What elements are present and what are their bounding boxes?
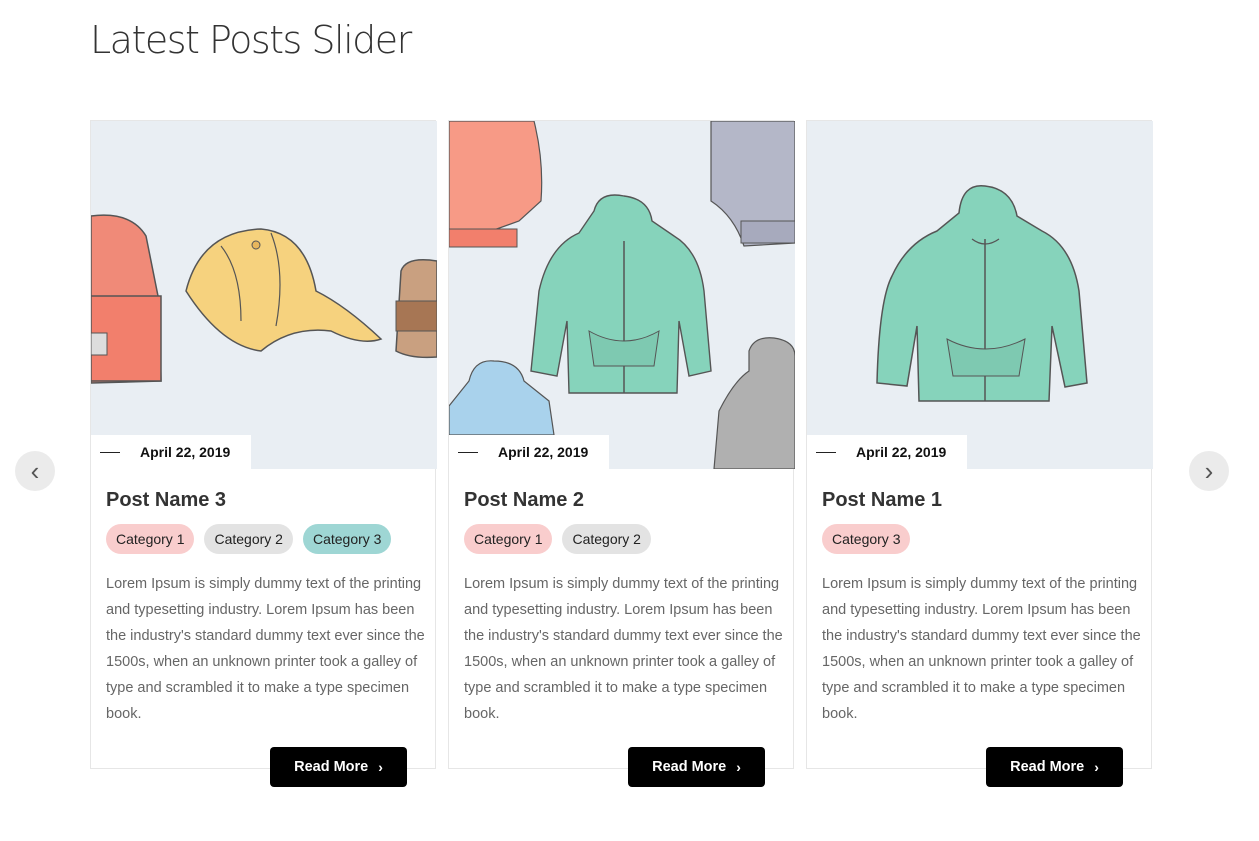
chevron-right-icon: › xyxy=(1204,455,1214,486)
post-excerpt: Lorem Ipsum is simply dummy text of the … xyxy=(106,576,425,722)
post-title[interactable]: Post Name 1 xyxy=(822,489,942,512)
chevron-right-icon: › xyxy=(378,759,383,775)
category-tag[interactable]: Category 2 xyxy=(562,524,651,554)
post-categories: Category 3 xyxy=(822,524,911,554)
date-divider xyxy=(816,451,836,453)
post-date-text: April 22, 2019 xyxy=(856,444,947,460)
post-excerpt: Lorem Ipsum is simply dummy text of the … xyxy=(822,576,1141,722)
read-more-button[interactable]: Read More › xyxy=(986,747,1123,787)
post-date: April 22, 2019 xyxy=(449,435,609,469)
post-image-hoodies[interactable] xyxy=(449,121,795,469)
post-card: April 22, 2019 Post Name 3 Category 1 Ca… xyxy=(90,120,437,787)
read-more-label: Read More xyxy=(1010,759,1085,775)
post-date-text: April 22, 2019 xyxy=(140,444,231,460)
read-more-button[interactable]: Read More › xyxy=(270,747,407,787)
category-tag[interactable]: Category 1 xyxy=(106,524,195,554)
post-card: April 22, 2019 Post Name 1 Category 3 Lo… xyxy=(806,120,1153,787)
post-date: April 22, 2019 xyxy=(807,435,967,469)
post-image-hoodie[interactable] xyxy=(807,121,1153,469)
chevron-right-icon: › xyxy=(736,759,741,775)
post-date: April 22, 2019 xyxy=(91,435,251,469)
date-divider xyxy=(100,451,120,453)
read-more-label: Read More xyxy=(652,759,727,775)
date-divider xyxy=(458,451,478,453)
post-title[interactable]: Post Name 3 xyxy=(106,489,226,512)
post-categories: Category 1 Category 2 Category 3 xyxy=(106,524,392,554)
read-more-label: Read More xyxy=(294,759,369,775)
post-date-text: April 22, 2019 xyxy=(498,444,589,460)
posts-slider: ‹ › April 22, 2019 Post Name 3 Category … xyxy=(0,0,1259,841)
post-image-hats[interactable] xyxy=(91,121,437,469)
category-tag[interactable]: Category 1 xyxy=(464,524,553,554)
read-more-button[interactable]: Read More › xyxy=(628,747,765,787)
post-excerpt: Lorem Ipsum is simply dummy text of the … xyxy=(464,576,783,722)
category-tag[interactable]: Category 2 xyxy=(204,524,293,554)
post-categories: Category 1 Category 2 xyxy=(464,524,651,554)
chevron-right-icon: › xyxy=(1094,759,1099,775)
post-title[interactable]: Post Name 2 xyxy=(464,489,584,512)
slider-prev-button[interactable]: ‹ xyxy=(15,451,55,491)
slider-next-button[interactable]: › xyxy=(1189,451,1229,491)
chevron-left-icon: ‹ xyxy=(30,455,40,486)
post-card: April 22, 2019 Post Name 2 Category 1 Ca… xyxy=(448,120,795,787)
category-tag[interactable]: Category 3 xyxy=(822,524,911,554)
category-tag[interactable]: Category 3 xyxy=(302,524,392,554)
